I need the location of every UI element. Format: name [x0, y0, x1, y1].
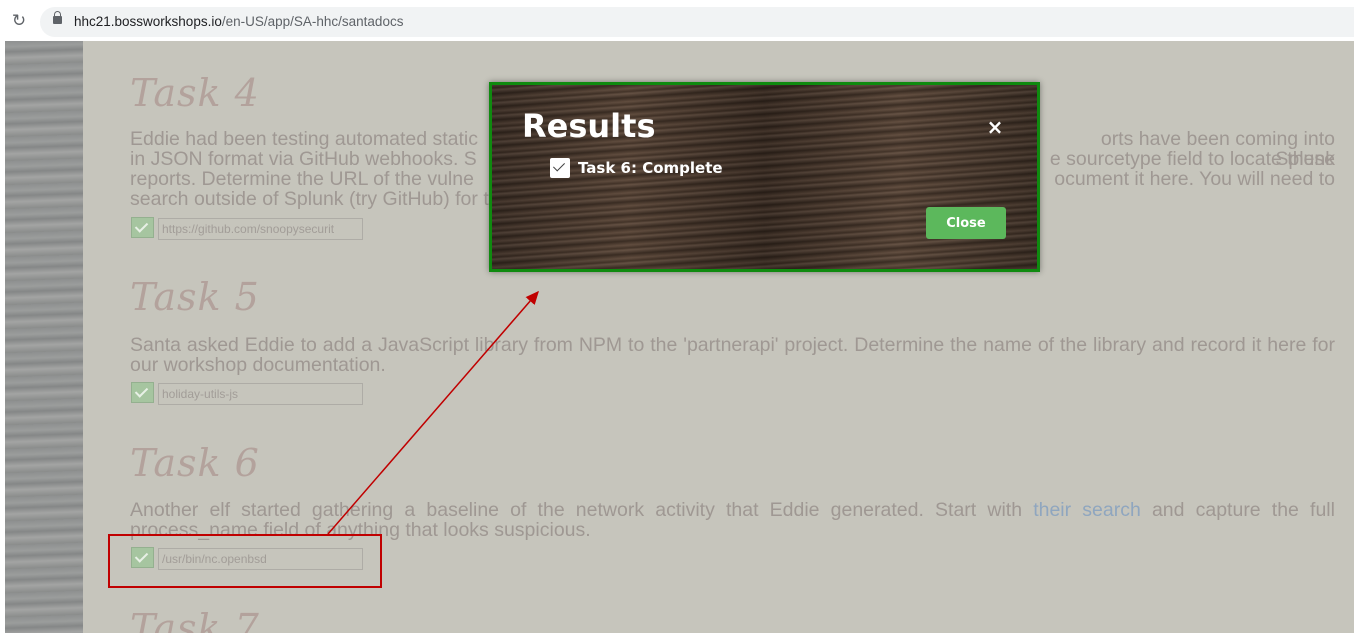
browser-address-bar: ↻ hhc21.bossworkshops.io/en-US/app/SA-hh… [0, 0, 1354, 44]
answer-field[interactable]: https://github.com/snoopysecurit [158, 218, 363, 240]
task-text-line: e sourcetype field to locate these [1049, 148, 1335, 170]
task-text-line: Eddie had been testing automated static [130, 128, 478, 150]
url-text[interactable]: hhc21.bossworkshops.io/en-US/app/SA-hhc/… [74, 14, 403, 29]
task-description: Santa asked Eddie to add a JavaScript li… [130, 334, 1335, 376]
task-title: Task 5 [130, 275, 260, 319]
task-title: Task 4 [130, 71, 260, 115]
url-bar[interactable]: hhc21.bossworkshops.io/en-US/app/SA-hhc/… [40, 7, 1354, 37]
reload-icon[interactable]: ↻ [10, 12, 28, 30]
result-status: Task 6: Complete [578, 159, 723, 177]
answer-field[interactable]: holiday-utils-js [158, 383, 363, 405]
answer-checkbox[interactable] [131, 382, 154, 403]
task-text-line: ocument it here. You will need to [1054, 168, 1335, 190]
wood-sidebar [5, 41, 83, 633]
close-icon[interactable]: × [986, 117, 1004, 137]
lock-icon[interactable] [53, 11, 62, 24]
task-text-line: search outside of Splunk (try GitHub) fo… [130, 188, 489, 210]
their-search-link[interactable]: their search [1033, 499, 1141, 521]
checkmark-icon [550, 158, 570, 178]
task-text: Another elf started gathering a baseline… [130, 499, 1034, 521]
task-text-line: in JSON format via GitHub webhooks. S [130, 148, 477, 170]
task-title: Task 6 [130, 441, 260, 485]
url-host: hhc21.bossworkshops.io [74, 14, 222, 29]
close-button[interactable]: Close [926, 207, 1006, 239]
url-path: /en-US/app/SA-hhc/santadocs [221, 14, 404, 29]
modal-title: Results [522, 107, 656, 145]
task-text-line: reports. Determine the URL of the vulne [130, 168, 474, 190]
answer-checkbox[interactable] [131, 217, 154, 238]
task-title: Task 7 [130, 606, 260, 633]
results-modal: Results × Task 6: Complete Close [489, 82, 1040, 272]
annotation-highlight-box [108, 534, 382, 588]
